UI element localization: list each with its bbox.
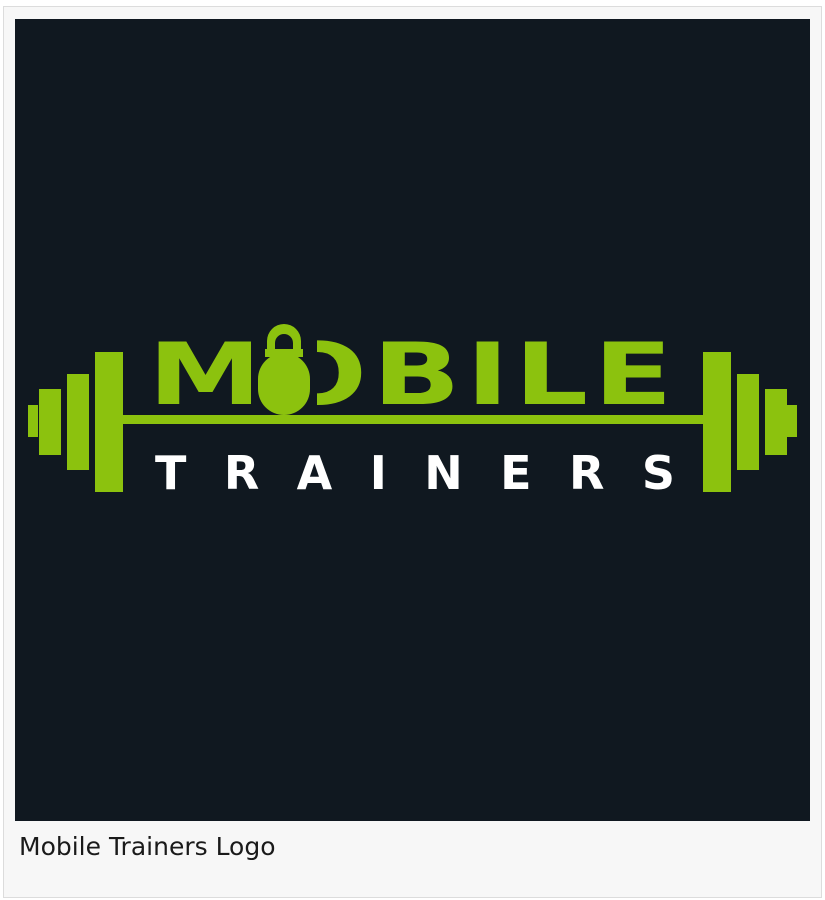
- logo-graphic: MOBILE TRAINERS: [28, 324, 797, 500]
- kettlebell-icon: [251, 324, 317, 415]
- logo-word-main: MOBILE: [148, 325, 678, 425]
- logo-image: MOBILE TRAINERS: [15, 19, 810, 821]
- logo-word-sub: TRAINERS: [155, 446, 675, 500]
- image-figure: MOBILE TRAINERS Mobile Trainers Logo: [3, 6, 822, 898]
- image-caption: Mobile Trainers Logo: [19, 832, 276, 861]
